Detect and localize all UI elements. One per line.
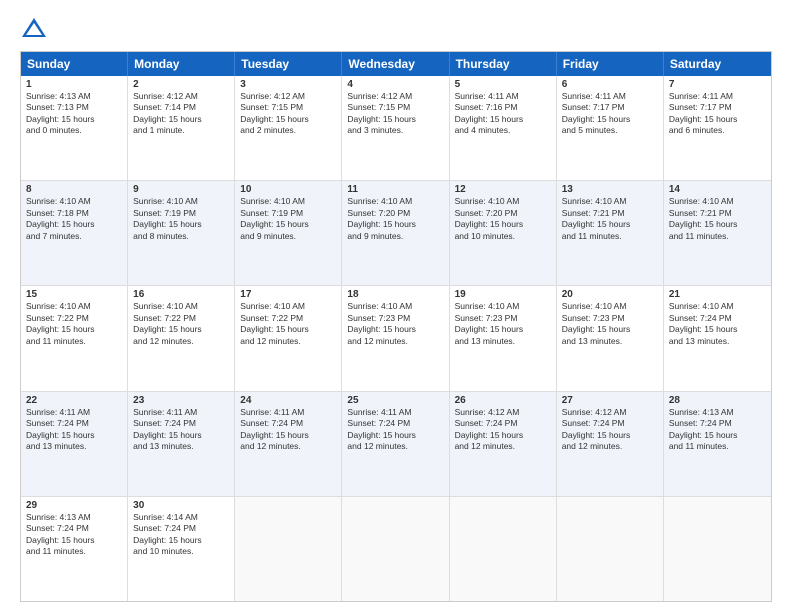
calendar-header-cell: Friday [557, 52, 664, 76]
header [20, 15, 772, 43]
calendar-cell [342, 497, 449, 601]
calendar-cell: 24Sunrise: 4:11 AMSunset: 7:24 PMDayligh… [235, 392, 342, 496]
calendar-header-cell: Sunday [21, 52, 128, 76]
calendar-cell: 29Sunrise: 4:13 AMSunset: 7:24 PMDayligh… [21, 497, 128, 601]
calendar-cell: 6Sunrise: 4:11 AMSunset: 7:17 PMDaylight… [557, 76, 664, 180]
calendar-cell: 2Sunrise: 4:12 AMSunset: 7:14 PMDaylight… [128, 76, 235, 180]
calendar-cell: 30Sunrise: 4:14 AMSunset: 7:24 PMDayligh… [128, 497, 235, 601]
calendar-cell: 19Sunrise: 4:10 AMSunset: 7:23 PMDayligh… [450, 286, 557, 390]
calendar-cell: 4Sunrise: 4:12 AMSunset: 7:15 PMDaylight… [342, 76, 449, 180]
calendar-cell: 15Sunrise: 4:10 AMSunset: 7:22 PMDayligh… [21, 286, 128, 390]
calendar-cell: 11Sunrise: 4:10 AMSunset: 7:20 PMDayligh… [342, 181, 449, 285]
calendar-cell: 5Sunrise: 4:11 AMSunset: 7:16 PMDaylight… [450, 76, 557, 180]
calendar-cell: 22Sunrise: 4:11 AMSunset: 7:24 PMDayligh… [21, 392, 128, 496]
calendar: SundayMondayTuesdayWednesdayThursdayFrid… [20, 51, 772, 602]
calendar-header-cell: Saturday [664, 52, 771, 76]
calendar-cell: 17Sunrise: 4:10 AMSunset: 7:22 PMDayligh… [235, 286, 342, 390]
calendar-row: 29Sunrise: 4:13 AMSunset: 7:24 PMDayligh… [21, 497, 771, 601]
logo-icon [20, 15, 48, 43]
calendar-header: SundayMondayTuesdayWednesdayThursdayFrid… [21, 52, 771, 76]
calendar-cell: 7Sunrise: 4:11 AMSunset: 7:17 PMDaylight… [664, 76, 771, 180]
calendar-cell: 12Sunrise: 4:10 AMSunset: 7:20 PMDayligh… [450, 181, 557, 285]
calendar-cell: 27Sunrise: 4:12 AMSunset: 7:24 PMDayligh… [557, 392, 664, 496]
calendar-cell: 21Sunrise: 4:10 AMSunset: 7:24 PMDayligh… [664, 286, 771, 390]
calendar-cell: 13Sunrise: 4:10 AMSunset: 7:21 PMDayligh… [557, 181, 664, 285]
calendar-cell: 26Sunrise: 4:12 AMSunset: 7:24 PMDayligh… [450, 392, 557, 496]
calendar-cell: 8Sunrise: 4:10 AMSunset: 7:18 PMDaylight… [21, 181, 128, 285]
calendar-header-cell: Wednesday [342, 52, 449, 76]
calendar-row: 15Sunrise: 4:10 AMSunset: 7:22 PMDayligh… [21, 286, 771, 391]
calendar-body: 1Sunrise: 4:13 AMSunset: 7:13 PMDaylight… [21, 76, 771, 601]
calendar-row: 1Sunrise: 4:13 AMSunset: 7:13 PMDaylight… [21, 76, 771, 181]
calendar-cell [664, 497, 771, 601]
calendar-cell: 1Sunrise: 4:13 AMSunset: 7:13 PMDaylight… [21, 76, 128, 180]
calendar-cell [557, 497, 664, 601]
logo [20, 15, 52, 43]
calendar-cell: 25Sunrise: 4:11 AMSunset: 7:24 PMDayligh… [342, 392, 449, 496]
calendar-cell: 18Sunrise: 4:10 AMSunset: 7:23 PMDayligh… [342, 286, 449, 390]
page: SundayMondayTuesdayWednesdayThursdayFrid… [0, 0, 792, 612]
calendar-cell: 9Sunrise: 4:10 AMSunset: 7:19 PMDaylight… [128, 181, 235, 285]
calendar-cell: 28Sunrise: 4:13 AMSunset: 7:24 PMDayligh… [664, 392, 771, 496]
calendar-header-cell: Thursday [450, 52, 557, 76]
calendar-cell [450, 497, 557, 601]
calendar-header-cell: Monday [128, 52, 235, 76]
calendar-header-cell: Tuesday [235, 52, 342, 76]
calendar-cell [235, 497, 342, 601]
calendar-cell: 16Sunrise: 4:10 AMSunset: 7:22 PMDayligh… [128, 286, 235, 390]
calendar-cell: 20Sunrise: 4:10 AMSunset: 7:23 PMDayligh… [557, 286, 664, 390]
calendar-cell: 10Sunrise: 4:10 AMSunset: 7:19 PMDayligh… [235, 181, 342, 285]
calendar-cell: 23Sunrise: 4:11 AMSunset: 7:24 PMDayligh… [128, 392, 235, 496]
calendar-cell: 3Sunrise: 4:12 AMSunset: 7:15 PMDaylight… [235, 76, 342, 180]
calendar-cell: 14Sunrise: 4:10 AMSunset: 7:21 PMDayligh… [664, 181, 771, 285]
calendar-row: 8Sunrise: 4:10 AMSunset: 7:18 PMDaylight… [21, 181, 771, 286]
calendar-row: 22Sunrise: 4:11 AMSunset: 7:24 PMDayligh… [21, 392, 771, 497]
